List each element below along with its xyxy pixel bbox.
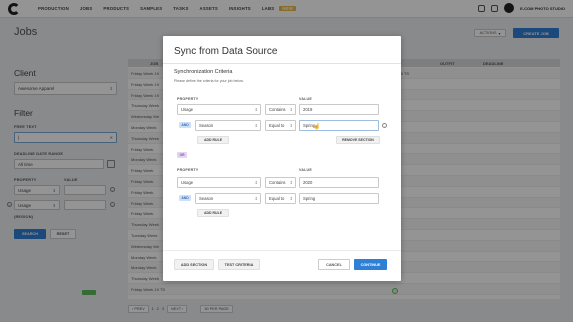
s1-property-1: Usage — [181, 107, 194, 112]
s1-property-select-1[interactable]: Usage ⇕ — [177, 104, 261, 115]
s1-value-1: 2019 — [303, 107, 313, 112]
chevron-icon: ⇕ — [289, 180, 293, 185]
s2-value-1: 2020 — [303, 180, 313, 185]
s1-value-input-2[interactable]: Spring — [299, 120, 379, 131]
cancel-button[interactable]: CANCEL — [318, 259, 350, 270]
chevron-icon: ⇕ — [289, 196, 293, 201]
continue-button[interactable]: CONTINUE — [354, 259, 387, 270]
s2-value-2: Spring — [303, 196, 316, 201]
s1-property-2: Season — [199, 123, 214, 128]
value-label: VALUE — [299, 97, 312, 101]
s1-value-input-1[interactable]: 2019 — [299, 104, 379, 115]
add-section-button[interactable]: ADD SECTION — [174, 259, 214, 270]
s1-op-1: Contains — [269, 107, 286, 112]
property-label-2: PROPERTY — [177, 168, 199, 172]
s2-property-select-2[interactable]: Season ⇕ — [195, 193, 261, 204]
mouse-cursor-icon: ☝ — [313, 124, 321, 130]
chevron-icon: ⇕ — [254, 196, 258, 201]
footer-divider — [163, 250, 401, 251]
modal-title: Sync from Data Source — [174, 46, 278, 57]
chevron-icon: ⇕ — [289, 123, 293, 128]
s2-operator-select-2[interactable]: Equal to ⇕ — [265, 193, 296, 204]
chevron-icon: ⇕ — [254, 180, 258, 185]
value-label-2: VALUE — [299, 168, 312, 172]
divider — [163, 63, 401, 64]
remove-section-button[interactable]: REMOVE SECTION — [336, 136, 380, 144]
s1-property-select-2[interactable]: Season ⇕ — [195, 120, 261, 131]
s2-operator-select-1[interactable]: Contains ⇕ — [265, 177, 296, 188]
s1-op-2: Equal to — [269, 123, 285, 128]
s2-op-2: Equal to — [269, 196, 285, 201]
and-tag: AND — [179, 122, 191, 128]
or-tag: OR — [177, 152, 187, 158]
modal-help: Please define the criteria for your job … — [174, 79, 244, 83]
test-criteria-button[interactable]: TEST CRITERIA — [218, 259, 260, 270]
s2-property-2: Season — [199, 196, 214, 201]
s2-op-1: Contains — [269, 180, 286, 185]
s2-property-select-1[interactable]: Usage ⇕ — [177, 177, 261, 188]
s1-operator-select-1[interactable]: Contains ⇕ — [265, 104, 296, 115]
modal-subtitle: Synchronization Criteria — [174, 69, 233, 75]
s1-operator-select-2[interactable]: Equal to ⇕ — [265, 120, 296, 131]
chevron-icon: ⇕ — [254, 123, 258, 128]
s2-property-1: Usage — [181, 180, 194, 185]
and-tag-2: AND — [179, 195, 191, 201]
sync-modal: Sync from Data Source Synchronization Cr… — [163, 36, 401, 281]
chevron-icon: ⇕ — [289, 107, 293, 112]
remove-rule-icon[interactable]: − — [382, 123, 387, 128]
property-label: PROPERTY — [177, 97, 199, 101]
add-rule-button-1[interactable]: ADD RULE — [197, 136, 229, 144]
s2-value-input-1[interactable]: 2020 — [299, 177, 379, 188]
add-rule-button-2[interactable]: ADD RULE — [197, 209, 229, 217]
s2-value-input-2[interactable]: Spring — [299, 193, 379, 204]
chevron-icon: ⇕ — [254, 107, 258, 112]
